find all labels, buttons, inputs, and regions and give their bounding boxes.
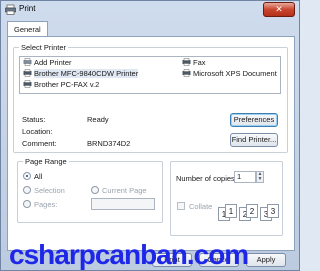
pages-radio[interactable]	[23, 200, 31, 208]
collate-page-icon: 2	[246, 204, 258, 218]
chevron-down-icon[interactable]: ▼	[257, 177, 263, 182]
current-page-label: Current Page	[102, 186, 147, 195]
current-page-radio[interactable]	[91, 186, 99, 194]
find-printer-button[interactable]: Find Printer...	[230, 133, 278, 147]
copies-spinner[interactable]: ▲ ▼	[256, 171, 264, 183]
all-label: All	[34, 172, 43, 181]
collate-page-icon: 3	[267, 204, 279, 218]
pages-label: Pages:	[34, 200, 58, 209]
pages-input[interactable]	[91, 198, 155, 210]
copies-group	[170, 161, 283, 236]
printer-item-brother-mfc[interactable]: Brother MFC-9840CDW Printer	[23, 69, 139, 79]
printer-icon	[182, 69, 191, 77]
collate-page-icon: 1	[225, 204, 237, 218]
tab-general[interactable]: General	[7, 21, 48, 37]
location-label: Location:	[22, 127, 53, 136]
collate-label: Collate	[189, 202, 213, 211]
printer-item-microsoft-xps[interactable]: Microsoft XPS Document	[182, 69, 280, 79]
close-icon: ✕	[275, 4, 283, 14]
printer-icon	[5, 4, 16, 15]
print-dialog: Print ✕ General Select Printer Add Print…	[0, 0, 300, 271]
selection-radio[interactable]	[23, 186, 31, 194]
printer-item-brother-pc-fax[interactable]: Brother PC-FAX v.2	[23, 80, 99, 90]
apply-button[interactable]: Apply	[246, 253, 286, 267]
printer-item-fax[interactable]: Fax	[182, 58, 206, 68]
close-button[interactable]: ✕	[263, 2, 295, 17]
page-range-label: Page Range	[23, 157, 69, 166]
title-bar[interactable]: Print ✕	[1, 1, 299, 19]
select-printer-label: Select Printer	[19, 43, 69, 52]
collate-checkbox[interactable]	[177, 202, 185, 210]
copies-label: Number of copies:	[176, 174, 237, 183]
fax-icon	[182, 58, 191, 66]
status-label: Status:	[22, 115, 46, 124]
all-radio[interactable]	[23, 172, 31, 180]
fax-icon	[23, 80, 32, 88]
printer-item-add-printer[interactable]: Add Printer	[23, 58, 72, 68]
comment-label: Comment:	[22, 139, 57, 148]
tab-strip: General	[7, 21, 297, 37]
window-title: Print	[19, 4, 36, 13]
comment-value: BRND374D2	[87, 139, 131, 148]
copies-input[interactable]: 1	[234, 171, 256, 183]
status-value: Ready	[87, 115, 109, 124]
watermark-text: csharpcanban.com	[9, 239, 249, 270]
copies-input-value: 1	[237, 172, 242, 181]
selection-label: Selection	[34, 186, 65, 195]
printer-icon	[23, 69, 32, 77]
preferences-button[interactable]: Preferences	[230, 113, 278, 127]
add-printer-icon	[23, 58, 32, 66]
